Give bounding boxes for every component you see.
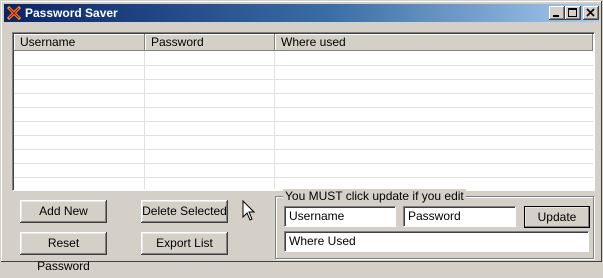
column-header-password[interactable]: Password — [145, 34, 275, 51]
column-divider — [144, 51, 145, 189]
update-button[interactable]: Update — [524, 206, 590, 228]
table-row[interactable] — [14, 163, 593, 164]
mouse-pointer-icon — [242, 200, 256, 221]
table-row[interactable] — [14, 135, 593, 136]
window-title: Password Saver — [25, 6, 118, 20]
export-list-button[interactable]: Export List — [141, 232, 228, 255]
password-field[interactable]: Password — [403, 206, 516, 227]
close-icon — [586, 8, 595, 17]
edit-group-label: You MUST click update if you edit — [283, 189, 466, 203]
minimize-button[interactable] — [549, 6, 565, 20]
table-row[interactable] — [14, 121, 593, 122]
table-row[interactable] — [14, 93, 593, 94]
where-used-field[interactable]: Where Used — [284, 231, 589, 252]
column-header-where-used[interactable]: Where used — [275, 34, 593, 51]
maximize-icon — [568, 8, 577, 17]
minimize-icon — [553, 15, 559, 17]
reset-password-button[interactable]: Reset Password — [20, 232, 107, 273]
column-divider — [274, 51, 275, 189]
title-bar[interactable]: Password Saver — [4, 4, 599, 22]
table-row[interactable] — [14, 65, 593, 66]
close-button[interactable] — [583, 6, 599, 20]
delete-selected-button[interactable]: Delete Selected — [141, 200, 228, 223]
username-field[interactable]: Username — [284, 206, 396, 227]
table-row[interactable] — [14, 177, 593, 178]
column-header-username[interactable]: Username — [14, 34, 145, 51]
maximize-button[interactable] — [565, 6, 581, 20]
add-new-button[interactable]: Add New — [20, 200, 107, 223]
main-window: Password Saver Username Password Where u… — [0, 0, 603, 273]
table-row[interactable] — [14, 107, 593, 108]
table-row[interactable] — [14, 79, 593, 80]
app-icon[interactable] — [6, 5, 22, 21]
password-list[interactable]: Username Password Where used — [12, 32, 595, 191]
table-row[interactable] — [14, 149, 593, 150]
